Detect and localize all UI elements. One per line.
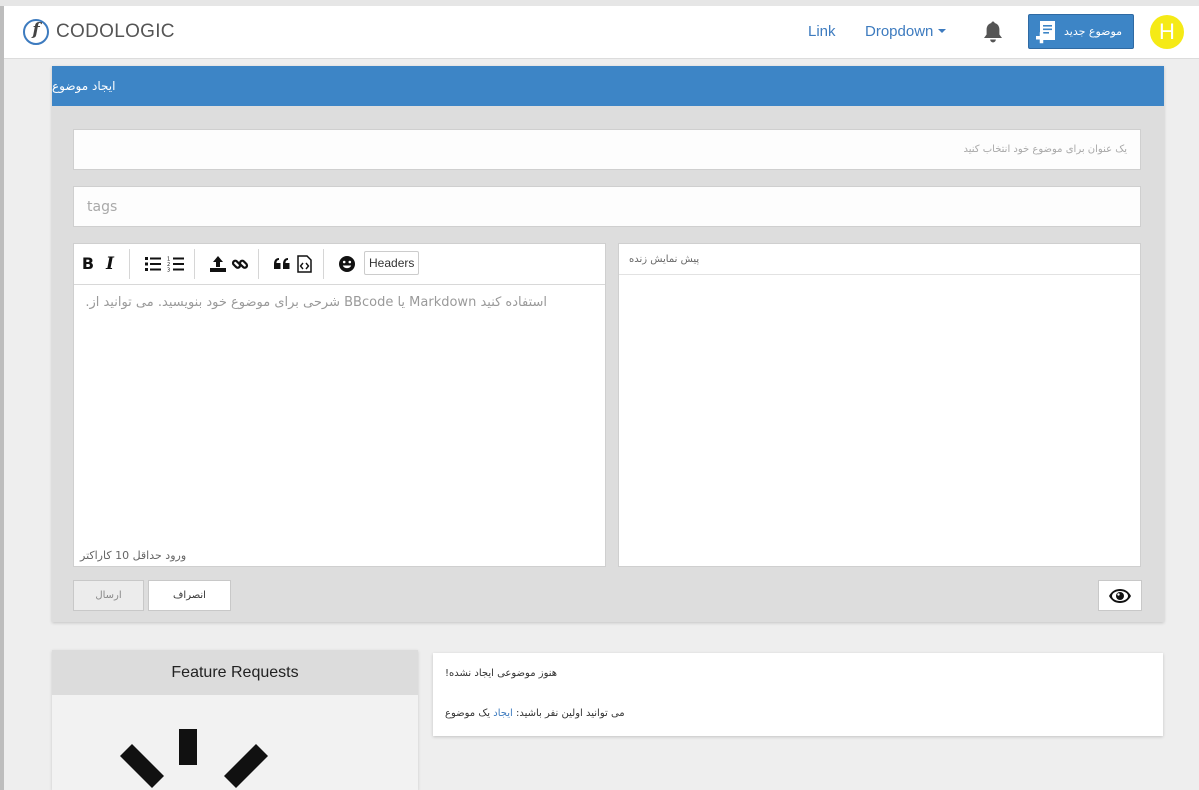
no-topics-notice: !هنوز موضوعی ایجاد نشده می توانید اولین … — [433, 653, 1163, 736]
new-topic-button[interactable]: موضوع جدید — [1028, 14, 1134, 49]
editor: B I 123 Headers استفاده کنید Markdown یا… — [73, 243, 606, 567]
navbar: f CODOLOGIC Link Dropdown موضوع جدید H — [4, 6, 1199, 59]
panel-title: ایجاد موضوع — [52, 79, 116, 93]
nav-dropdown[interactable]: Dropdown — [865, 23, 947, 40]
be-first-suffix: یک موضوع — [445, 708, 494, 719]
tags-field — [73, 186, 1141, 227]
new-topic-label: موضوع جدید — [1064, 25, 1123, 38]
quote-icon[interactable] — [273, 255, 291, 273]
nav-dropdown-label: Dropdown — [865, 23, 934, 40]
panel-header: ایجاد موضوع — [52, 66, 1164, 106]
toolbar-divider — [323, 249, 324, 279]
feature-requests-title: Feature Requests — [52, 650, 418, 695]
brand-logo-icon: f — [23, 19, 49, 45]
link-icon[interactable] — [231, 255, 249, 273]
be-first-message: می توانید اولین نفر باشید: ایجاد یک موضو… — [445, 708, 625, 719]
nav-link[interactable]: Link — [808, 23, 836, 40]
brand-text: CODOLOGIC — [56, 21, 175, 42]
svg-text:3: 3 — [167, 268, 170, 274]
avatar[interactable]: H — [1150, 15, 1184, 49]
code-icon[interactable] — [295, 255, 313, 273]
eye-icon — [1109, 588, 1131, 603]
cancel-button[interactable]: انصراف — [148, 580, 231, 611]
editor-toolbar: B I 123 Headers — [74, 244, 605, 285]
tags-input[interactable] — [74, 187, 1140, 226]
new-document-icon — [1036, 20, 1055, 43]
preview-toggle-button[interactable] — [1098, 580, 1142, 611]
create-topic-link[interactable]: ایجاد — [493, 708, 513, 719]
feature-requests-panel: Feature Requests — [52, 650, 418, 790]
toolbar-divider — [258, 249, 259, 279]
send-button[interactable]: ارسال — [73, 580, 144, 611]
live-preview: پیش نمایش زنده — [618, 243, 1141, 567]
bold-icon[interactable]: B — [79, 255, 97, 273]
bullet-list-icon[interactable] — [144, 255, 162, 273]
window-left-edge — [0, 6, 4, 790]
smiley-icon[interactable] — [338, 255, 356, 273]
topic-title-input[interactable] — [74, 130, 1140, 169]
description-placeholder: استفاده کنید Markdown یا BBcode شرحی برا… — [85, 295, 547, 310]
brand[interactable]: f CODOLOGIC — [23, 18, 175, 46]
topic-title-field — [73, 129, 1141, 170]
be-first-prefix: می توانید اولین نفر باشید: — [512, 708, 625, 719]
brand-logo-letter: f — [32, 20, 40, 40]
live-preview-title: پیش نمایش زنده — [619, 244, 1140, 275]
loading-spinner-icon — [120, 729, 268, 788]
toolbar-divider — [194, 249, 195, 279]
bell-icon[interactable] — [982, 20, 1004, 44]
no-topics-message: !هنوز موضوعی ایجاد نشده — [445, 668, 558, 679]
min-chars-hint: ورود حداقل 10 کاراکتر — [80, 549, 187, 562]
headers-button[interactable]: Headers — [364, 251, 420, 275]
description-textarea[interactable]: استفاده کنید Markdown یا BBcode شرحی برا… — [74, 285, 605, 566]
italic-icon[interactable]: I — [101, 255, 119, 273]
numbered-list-icon[interactable]: 123 — [167, 255, 185, 273]
create-topic-panel: ایجاد موضوع B I 123 — [52, 66, 1164, 622]
toolbar-divider — [129, 249, 130, 279]
upload-icon[interactable] — [209, 255, 227, 273]
caret-down-icon — [938, 29, 947, 33]
